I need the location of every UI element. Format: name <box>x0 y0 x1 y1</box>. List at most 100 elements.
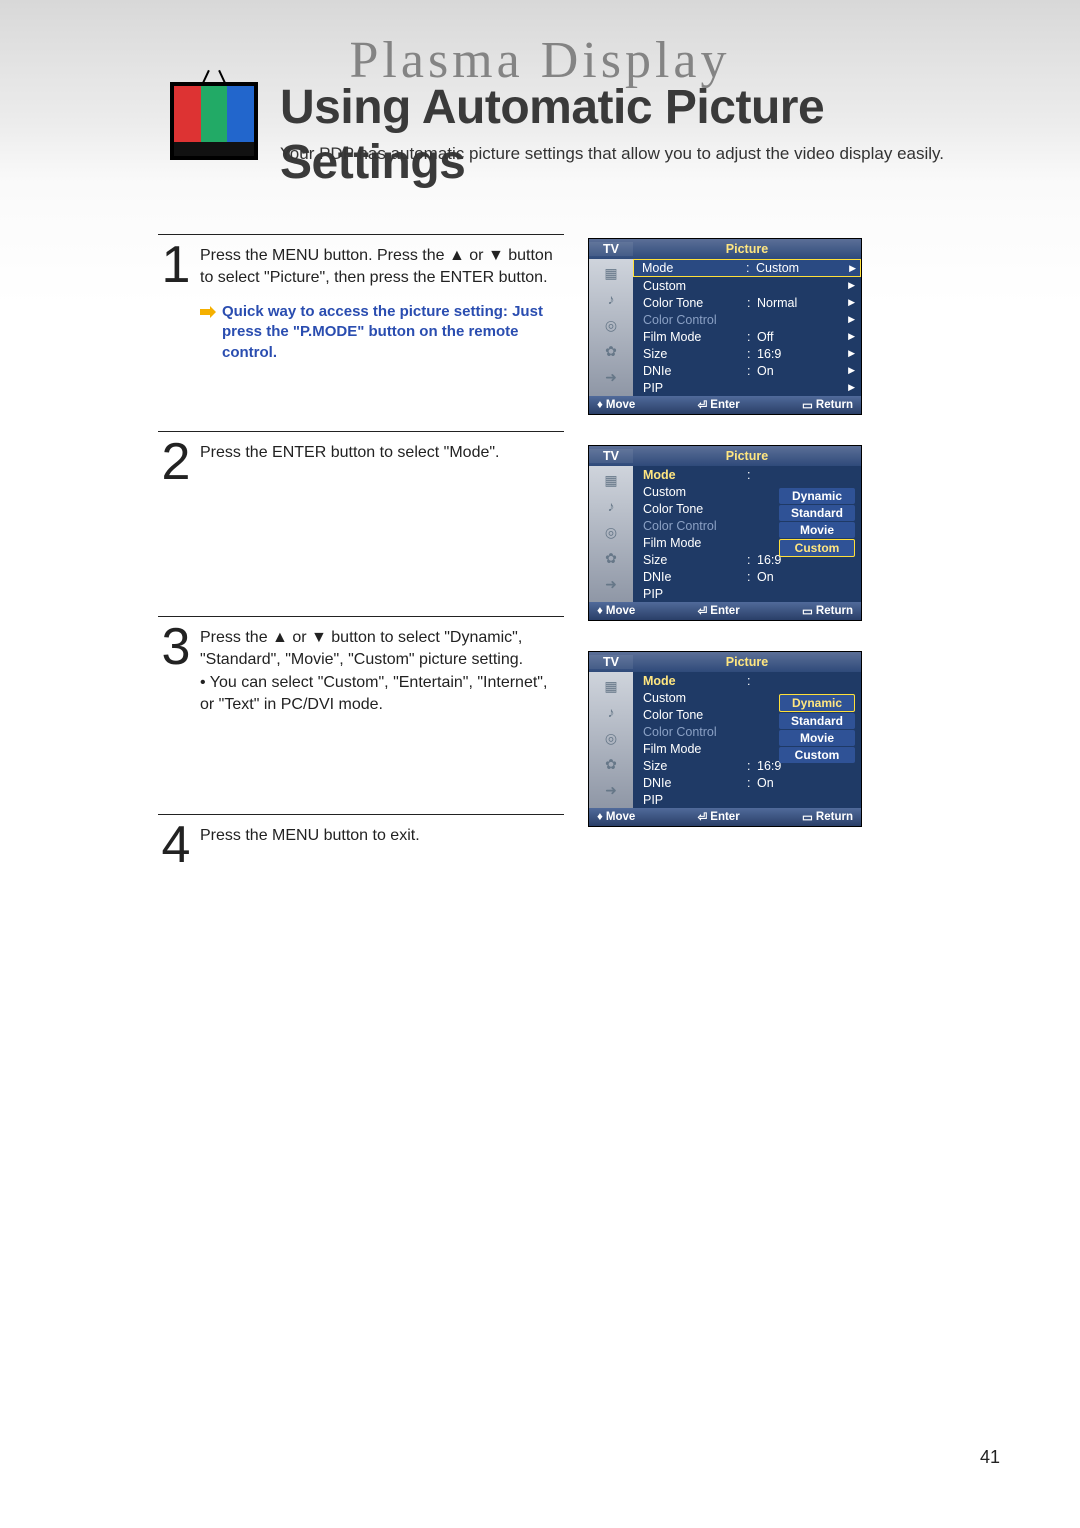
channel-icon: ◎ <box>597 315 625 335</box>
osd-move-hint: ♦Move <box>597 605 635 617</box>
picture-icon: ▦ <box>597 263 625 283</box>
step-number: 3 <box>158 625 194 669</box>
step-number: 2 <box>158 440 194 484</box>
osd-row: Mode : Custom <box>633 259 861 277</box>
step-2: 2 Press the ENTER button to select "Mode… <box>158 431 564 492</box>
osd-row-label: Custom <box>643 279 747 293</box>
osd-row-value: On <box>757 364 848 378</box>
page-title: Using Automatic Picture Settings <box>280 80 1020 190</box>
osd-header: TV Picture <box>589 239 861 259</box>
osd-header: TV Picture <box>589 652 861 672</box>
chevron-right-icon <box>849 263 856 274</box>
osd-return-hint: ▭Return <box>802 810 853 824</box>
osd-rows: Mode : Custom Color Tone Color Control F… <box>633 466 861 602</box>
step-number: 1 <box>158 243 194 287</box>
osd-return-hint: ▭Return <box>802 398 853 412</box>
osd-row-label: Size <box>643 759 747 773</box>
osd-row-label: Mode <box>642 261 746 275</box>
osd-column: TV Picture ▦ ♪ ◎ ✿ ➜ Mode : Custom Custo… <box>588 238 862 857</box>
osd-row-label: Color Control <box>643 519 747 533</box>
sound-icon: ♪ <box>597 702 625 722</box>
osd-icon-rail: ▦ ♪ ◎ ✿ ➜ <box>589 672 633 808</box>
chevron-right-icon <box>848 314 855 325</box>
osd-option: Dynamic <box>779 488 855 504</box>
picture-icon: ▦ <box>597 676 625 696</box>
osd-row-label: Custom <box>643 485 747 499</box>
step-text: Press the ENTER button to select "Mode". <box>200 442 564 464</box>
osd-options: DynamicStandardMovieCustom <box>779 694 855 763</box>
osd-icon-rail: ▦ ♪ ◎ ✿ ➜ <box>589 466 633 602</box>
chevron-right-icon <box>848 280 855 291</box>
osd-row: PIP <box>633 379 861 396</box>
osd-row: DNIe : On <box>633 568 861 585</box>
osd-option: Standard <box>779 505 855 521</box>
osd-source: TV <box>589 449 633 463</box>
osd-screenshot-1: TV Picture ▦ ♪ ◎ ✿ ➜ Mode : Custom Custo… <box>588 238 862 415</box>
picture-icon: ▦ <box>597 470 625 490</box>
step-3: 3 Press the ▲ or ▼ button to select "Dyn… <box>158 616 564 723</box>
sound-icon: ♪ <box>597 496 625 516</box>
osd-screenshot-3: TV Picture ▦ ♪ ◎ ✿ ➜ Mode : Custom Color… <box>588 651 862 827</box>
osd-row: DNIe : On <box>633 362 861 379</box>
osd-row: DNIe : On <box>633 774 861 791</box>
osd-menu-title: Picture <box>633 449 861 463</box>
channel-icon: ◎ <box>597 522 625 542</box>
osd-option: Movie <box>779 730 855 746</box>
osd-row: Mode : <box>633 466 861 483</box>
osd-option: Custom <box>779 539 855 557</box>
tip-arrow-icon <box>200 304 216 324</box>
osd-row: Color Control <box>633 311 861 328</box>
osd-row: PIP <box>633 585 861 602</box>
step-bullet: You can select "Custom", "Entertain", "I… <box>200 672 564 715</box>
osd-move-hint: ♦Move <box>597 399 635 411</box>
chevron-right-icon <box>848 365 855 376</box>
osd-row-label: Film Mode <box>643 536 747 550</box>
osd-footer: ♦Move ⏎Enter ▭Return <box>589 808 861 826</box>
osd-return-hint: ▭Return <box>802 604 853 618</box>
osd-row-label: PIP <box>643 381 747 395</box>
step-text: Press the ▲ or ▼ button to select "Dynam… <box>200 627 564 670</box>
setup-icon: ✿ <box>597 548 625 568</box>
chevron-right-icon <box>848 297 855 308</box>
osd-source: TV <box>589 242 633 256</box>
osd-header: TV Picture <box>589 446 861 466</box>
page-number: 41 <box>980 1447 1000 1468</box>
osd-row-label: DNIe <box>643 776 747 790</box>
osd-row-value: Custom <box>756 261 849 275</box>
osd-source: TV <box>589 655 633 669</box>
osd-row-value: On <box>757 570 855 584</box>
osd-row: Color Tone : Normal <box>633 294 861 311</box>
osd-option: Dynamic <box>779 694 855 712</box>
osd-row: Custom <box>633 277 861 294</box>
chevron-right-icon <box>848 382 855 393</box>
osd-row-label: Mode <box>643 468 747 482</box>
osd-screenshot-2: TV Picture ▦ ♪ ◎ ✿ ➜ Mode : Custom Color… <box>588 445 862 621</box>
setup-icon: ✿ <box>597 754 625 774</box>
osd-option: Standard <box>779 713 855 729</box>
osd-row-value: On <box>757 776 855 790</box>
osd-rows: Mode : Custom Custom Color Tone : Normal… <box>633 259 861 396</box>
osd-row-label: Color Tone <box>643 296 747 310</box>
setup-icon: ✿ <box>597 341 625 361</box>
osd-row-label: Film Mode <box>643 742 747 756</box>
input-icon: ➜ <box>597 780 625 800</box>
osd-row: Size : 16:9 <box>633 345 861 362</box>
osd-row-label: Color Control <box>643 725 747 739</box>
osd-menu-title: Picture <box>633 655 861 669</box>
step-1: 1 Press the MENU button. Press the ▲ or … <box>158 234 564 371</box>
osd-row: Mode : <box>633 672 861 689</box>
osd-footer: ♦Move ⏎Enter ▭Return <box>589 602 861 620</box>
sound-icon: ♪ <box>597 289 625 309</box>
osd-row-value: 16:9 <box>757 347 848 361</box>
quick-tip: Quick way to access the picture setting:… <box>200 302 564 363</box>
osd-footer: ♦Move ⏎Enter ▭Return <box>589 396 861 414</box>
osd-row-label: Film Mode <box>643 330 747 344</box>
step-text: Press the MENU button. Press the ▲ or ▼ … <box>200 245 564 288</box>
osd-row-label: Color Tone <box>643 502 747 516</box>
page-subtitle: Your PDP has automatic picture settings … <box>280 144 1020 164</box>
chevron-right-icon <box>848 331 855 342</box>
osd-enter-hint: ⏎Enter <box>698 604 740 618</box>
osd-option: Custom <box>779 747 855 763</box>
osd-enter-hint: ⏎Enter <box>698 398 740 412</box>
osd-row-value: Off <box>757 330 848 344</box>
